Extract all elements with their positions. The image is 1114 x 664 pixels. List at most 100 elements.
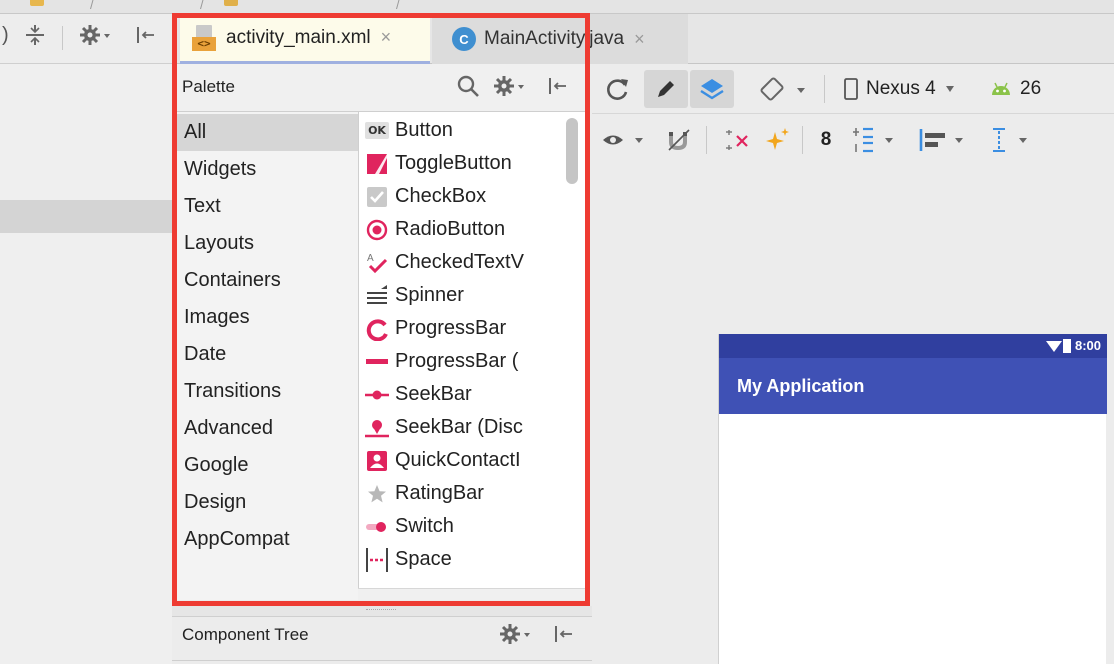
guidelines-icon [993, 128, 1027, 152]
palette-title: Palette [182, 77, 235, 96]
collapse-all-icon[interactable] [24, 24, 46, 52]
autoconnect-icon[interactable] [664, 124, 694, 156]
layout-toolbar: 8 [592, 114, 1114, 166]
close-icon[interactable]: × [381, 27, 392, 48]
tab-main-activity-java[interactable]: C MainActivity.java × [432, 14, 688, 64]
hide-panel-icon[interactable] [134, 24, 156, 52]
component-checkbox[interactable]: CheckBox [359, 180, 559, 213]
toggle-button-icon [359, 147, 395, 180]
palette-scrollbar[interactable] [566, 118, 578, 184]
design-mode-button[interactable] [644, 70, 688, 108]
category-all[interactable]: All [176, 114, 358, 151]
component-tree-divider [172, 660, 592, 661]
partial-button-icon[interactable]: ) [2, 24, 9, 47]
view-options-dropdown[interactable] [598, 124, 652, 156]
category-text[interactable]: Text [176, 188, 358, 225]
breadcrumb-strip: / / / [0, 0, 1114, 14]
component-progressbar-horizontal[interactable]: ProgressBar ( [359, 345, 559, 378]
palette-components: OK Button ToggleButton CheckBox RadioBut… [358, 112, 588, 600]
blueprint-mode-button[interactable] [690, 70, 734, 108]
component-quickcontactbadge[interactable]: QuickContactI [359, 444, 559, 477]
orientation-dropdown[interactable] [756, 72, 810, 106]
space-icon [359, 543, 395, 576]
category-google[interactable]: Google [176, 447, 358, 484]
gear-icon[interactable] [80, 24, 112, 52]
toolbar-divider [802, 126, 803, 154]
component-seekbar[interactable]: SeekBar [359, 378, 559, 411]
app-bar: My Application [719, 358, 1107, 414]
toolbar-divider [824, 75, 825, 103]
category-layouts[interactable]: Layouts [176, 225, 358, 262]
component-progressbar[interactable]: ProgressBar [359, 312, 559, 345]
component-spinner[interactable]: Spinner [359, 279, 559, 312]
category-advanced[interactable]: Advanced [176, 410, 358, 447]
android-icon [992, 82, 1010, 95]
api-level-dropdown[interactable]: 26 [990, 72, 1110, 106]
align-dropdown[interactable] [914, 124, 972, 156]
category-date[interactable]: Date [176, 336, 358, 373]
java-class-icon: C [452, 27, 476, 51]
folder-tab-icon [30, 0, 44, 6]
seekbar-icon [359, 378, 395, 411]
component-ratingbar[interactable]: RatingBar [359, 477, 559, 510]
device-dropdown[interactable]: Nexus 4 [844, 72, 974, 106]
project-selected-row[interactable] [0, 200, 172, 233]
battery-icon [1063, 338, 1071, 358]
component-togglebutton[interactable]: ToggleButton [359, 147, 559, 180]
toolbar-divider [706, 126, 707, 154]
star-icon [359, 477, 395, 510]
category-design[interactable]: Design [176, 484, 358, 521]
switch-icon [359, 510, 395, 543]
eye-icon [603, 135, 643, 145]
close-icon[interactable]: × [634, 29, 645, 50]
component-switch[interactable]: Switch [359, 510, 559, 543]
checked-text-view-icon: A [359, 246, 395, 279]
component-tree-header: Component Tree [172, 616, 592, 664]
breadcrumb-separator: / [90, 0, 94, 12]
clear-constraints-icon[interactable] [722, 124, 756, 156]
tab-label: activity_main.xml [226, 26, 371, 48]
layout-preview[interactable]: 8:00 My Application [718, 334, 1107, 664]
category-widgets[interactable]: Widgets [176, 151, 358, 188]
hide-panel-icon[interactable] [552, 623, 574, 651]
component-tree-title: Component Tree [182, 625, 309, 644]
search-icon[interactable] [456, 74, 480, 104]
tab-activity-main-xml[interactable]: <> activity_main.xml × [180, 14, 430, 64]
spinner-icon [359, 279, 395, 312]
hide-panel-icon[interactable] [546, 74, 568, 104]
component-button[interactable]: OK Button [359, 114, 559, 147]
project-panel-body [0, 64, 172, 664]
breadcrumb-separator: / [396, 0, 400, 12]
refresh-icon[interactable] [602, 72, 632, 106]
component-seekbar-discrete[interactable]: SeekBar (Disc [359, 411, 559, 444]
default-margin-value[interactable]: 8 [814, 124, 838, 156]
infer-constraints-icon[interactable] [760, 124, 794, 156]
category-containers[interactable]: Containers [176, 262, 358, 299]
category-appcompat[interactable]: AppCompat [176, 521, 358, 558]
project-panel-toolbar: ) [0, 14, 172, 64]
breadcrumb-separator: / [200, 0, 204, 12]
palette-categories: All Widgets Text Layouts Containers Imag… [176, 112, 358, 600]
checkbox-icon [359, 180, 395, 213]
device-name: Nexus 4 [866, 78, 936, 99]
quick-contact-icon [359, 444, 395, 477]
gear-icon[interactable] [494, 74, 526, 104]
palette-header: Palette [176, 64, 588, 112]
category-images[interactable]: Images [176, 299, 358, 336]
gear-icon[interactable] [500, 623, 532, 651]
guidelines-dropdown[interactable] [984, 124, 1038, 156]
status-time: 8:00 [1074, 338, 1101, 353]
pack-dropdown[interactable] [848, 124, 902, 156]
component-space[interactable]: Space [359, 543, 559, 576]
category-transitions[interactable]: Transitions [176, 373, 358, 410]
xml-layout-file-icon: <> [192, 24, 218, 51]
pack-icon [853, 127, 893, 153]
rotate-device-icon [760, 77, 805, 101]
wifi-icon [1045, 339, 1063, 358]
component-radiobutton[interactable]: RadioButton [359, 213, 559, 246]
radio-button-icon [359, 213, 395, 246]
chevron-down-icon [945, 86, 954, 92]
palette-tree-splitter[interactable] [172, 606, 592, 616]
palette-bottom-edge [358, 588, 588, 600]
component-checkedtextview[interactable]: A CheckedTextV [359, 246, 559, 279]
